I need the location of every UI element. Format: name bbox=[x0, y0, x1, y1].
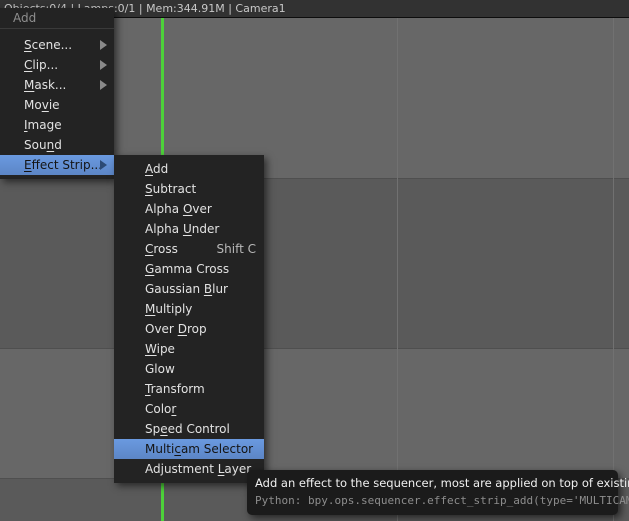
menu-item-label: Over Drop bbox=[145, 322, 207, 336]
add-menu-item-scene[interactable]: Scene... bbox=[0, 35, 114, 55]
menu-item-label: Speed Control bbox=[145, 422, 230, 436]
effect-menu-item-transform[interactable]: Transform bbox=[114, 379, 264, 399]
effect-menu-item-wipe[interactable]: Wipe bbox=[114, 339, 264, 359]
effect-menu-item-add[interactable]: Add bbox=[114, 159, 264, 179]
timeline-row-divider bbox=[0, 348, 629, 349]
tooltip: Add an effect to the sequencer, most are… bbox=[247, 470, 629, 515]
effect-menu-item-multicam-selector[interactable]: Multicam Selector bbox=[114, 439, 264, 459]
menu-item-label: Multiply bbox=[145, 302, 193, 316]
timeline-gridline bbox=[613, 18, 614, 521]
menu-item-label: Adjustment Layer bbox=[145, 462, 252, 476]
effect-menu-item-alpha-over[interactable]: Alpha Over bbox=[114, 199, 264, 219]
effect-menu-item-glow[interactable]: Glow bbox=[114, 359, 264, 379]
menu-item-label: Alpha Under bbox=[145, 222, 220, 236]
add-menu-item-sound[interactable]: Sound bbox=[0, 135, 114, 155]
timeline-gridline bbox=[397, 18, 398, 521]
menu-item-label: Cross bbox=[145, 242, 178, 256]
submenu-arrow-icon bbox=[100, 60, 107, 70]
menu-item-label: Add bbox=[145, 162, 169, 176]
effect-menu-item-gamma-cross[interactable]: Gamma Cross bbox=[114, 259, 264, 279]
menu-item-label: Effect Strip... bbox=[24, 158, 103, 172]
effect-menu-item-adjustment-layer[interactable]: Adjustment Layer bbox=[114, 459, 264, 479]
submenu-arrow-icon bbox=[100, 160, 107, 170]
menu-item-label: Scene... bbox=[24, 38, 73, 52]
menu-item-label: Gaussian Blur bbox=[145, 282, 228, 296]
submenu-arrow-icon bbox=[100, 40, 107, 50]
add-menu-title: Add bbox=[0, 8, 114, 29]
effect-strip-item-list: Add Subtract Alpha Over Alpha Under Cross Shi… bbox=[114, 159, 264, 479]
effect-menu-item-subtract[interactable]: Subtract bbox=[114, 179, 264, 199]
add-menu-item-image[interactable]: Image bbox=[0, 115, 114, 135]
add-menu-item-mask[interactable]: Mask... bbox=[0, 75, 114, 95]
menu-item-label: Multicam Selector bbox=[145, 442, 254, 456]
add-menu-item-clip[interactable]: Clip... bbox=[0, 55, 114, 75]
add-menu-item-list: Scene... Clip... Mask... Movie Image Sound Eff… bbox=[0, 35, 114, 175]
effect-menu-item-color[interactable]: Color bbox=[114, 399, 264, 419]
menu-item-label: Alpha Over bbox=[145, 202, 212, 216]
effect-menu-item-alpha-under[interactable]: Alpha Under bbox=[114, 219, 264, 239]
menu-item-label: Sound bbox=[24, 138, 62, 152]
menu-item-label: Transform bbox=[145, 382, 205, 396]
menu-item-label: Subtract bbox=[145, 182, 197, 196]
menu-item-label: Gamma Cross bbox=[145, 262, 230, 276]
menu-item-label: Color bbox=[145, 402, 177, 416]
effect-menu-item-cross[interactable]: Cross Shift C bbox=[114, 239, 264, 259]
menu-item-label: Mask... bbox=[24, 78, 67, 92]
add-menu-panel[interactable]: Add Scene... Clip... Mask... Movie Image Soun… bbox=[0, 8, 114, 179]
menu-item-label: Clip... bbox=[24, 58, 59, 72]
tooltip-description: Add an effect to the sequencer, most are… bbox=[255, 476, 629, 490]
timeline-channel-row bbox=[0, 348, 629, 478]
menu-item-label: Image bbox=[24, 118, 62, 132]
tooltip-python-line: Python: bpy.ops.sequencer.effect_strip_a… bbox=[255, 494, 629, 507]
effect-menu-item-gaussian-blur[interactable]: Gaussian Blur bbox=[114, 279, 264, 299]
menu-item-shortcut: Shift C bbox=[216, 242, 256, 256]
add-menu-item-effect-strip[interactable]: Effect Strip... bbox=[0, 155, 114, 175]
effect-menu-item-speed-control[interactable]: Speed Control bbox=[114, 419, 264, 439]
add-menu-item-movie[interactable]: Movie bbox=[0, 95, 114, 115]
effect-strip-submenu-panel[interactable]: Add Subtract Alpha Over Alpha Under Cross Shi… bbox=[114, 155, 264, 483]
menu-item-label: Glow bbox=[145, 362, 175, 376]
submenu-arrow-icon bbox=[100, 80, 107, 90]
effect-menu-item-over-drop[interactable]: Over Drop bbox=[114, 319, 264, 339]
menu-item-label: Movie bbox=[24, 98, 60, 112]
timeline-channel-row bbox=[0, 178, 629, 348]
menu-item-label: Wipe bbox=[145, 342, 175, 356]
effect-menu-item-multiply[interactable]: Multiply bbox=[114, 299, 264, 319]
